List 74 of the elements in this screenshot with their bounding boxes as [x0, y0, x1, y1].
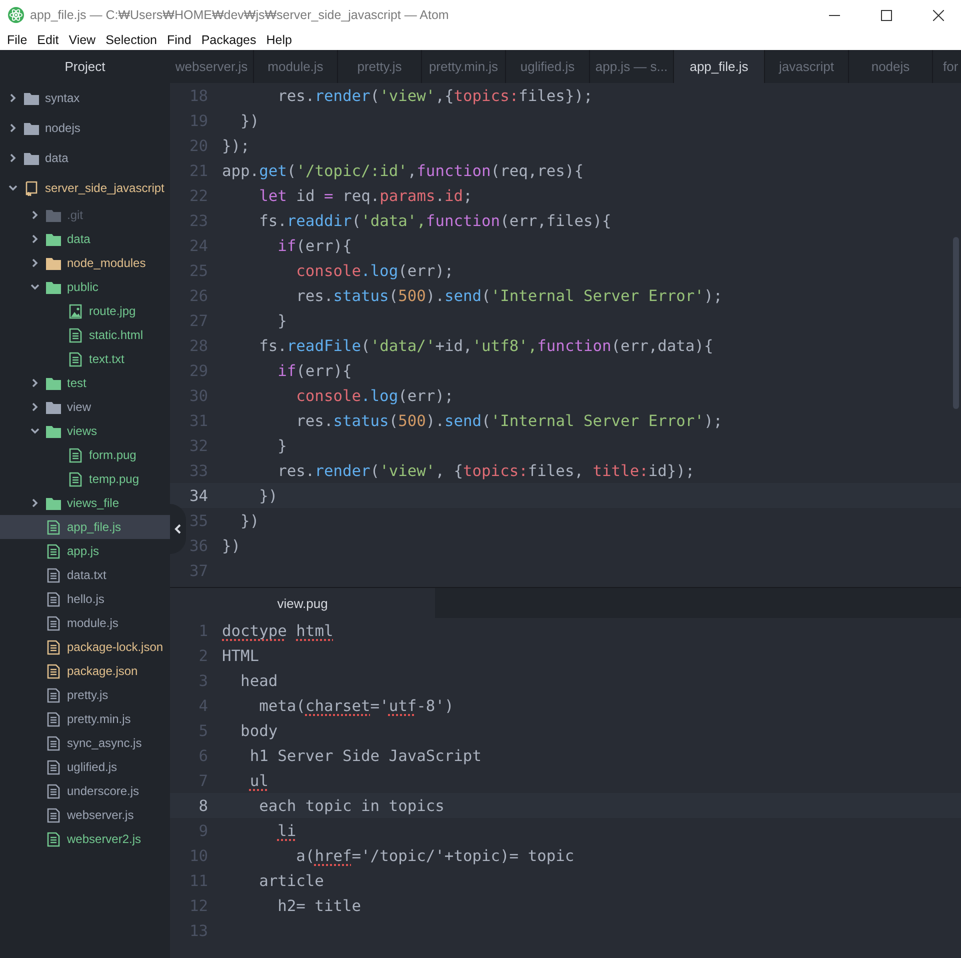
code-line: h1 Server Side JavaScript	[248, 746, 482, 764]
tree-item[interactable]: hello.js	[0, 587, 170, 611]
tree-item[interactable]: module.js	[0, 611, 170, 635]
tree-item[interactable]: public	[0, 275, 170, 299]
code-line: res.render('view', {topics:files, title:id});	[276, 462, 696, 480]
tree-item[interactable]: text.txt	[0, 347, 170, 371]
window-title: app_file.js — C:₩Users₩HOME₩dev₩js₩server_side_javascript — Atom	[30, 8, 450, 22]
tree-item[interactable]: data.txt	[0, 563, 170, 587]
line-number: 34	[188, 486, 208, 504]
code-line: app.get('/topic/:id',function(req,res){	[222, 162, 584, 180]
code-line: fs.readdir('data',function(err,files){	[258, 212, 612, 230]
tree-item[interactable]: route.jpg	[0, 299, 170, 323]
tree-item[interactable]: data	[0, 143, 170, 173]
code-line: body	[240, 722, 279, 740]
tree-item[interactable]: sync_async.js	[0, 731, 170, 755]
tree-item[interactable]: server_side_javascript	[0, 173, 170, 203]
code-line: console.log(err);	[295, 386, 455, 404]
tree-item[interactable]: views	[0, 419, 170, 443]
code-line: res.status(500).send('Internal Server Error');	[295, 286, 724, 304]
code-line: }	[276, 436, 288, 454]
tree-item[interactable]: data	[0, 227, 170, 251]
tree-item[interactable]: pretty.js	[0, 683, 170, 707]
code-line: a(href='/topic/'+topic)= topic	[295, 846, 576, 864]
code-line: doctype html	[222, 622, 334, 640]
tree-item[interactable]: underscore.js	[0, 779, 170, 803]
code-line: });	[222, 136, 251, 154]
tree-item[interactable]: test	[0, 371, 170, 395]
menu-item[interactable]: Packages	[196, 33, 262, 47]
menu-item[interactable]: View	[64, 33, 101, 47]
tree-item[interactable]: uglified.js	[0, 755, 170, 779]
menu-item[interactable]: Selection	[100, 33, 162, 47]
menu-item[interactable]: Find	[162, 33, 196, 47]
code-line: })	[258, 486, 279, 504]
code-line: each topic in topics	[258, 796, 446, 814]
tree-item[interactable]: package-lock.json	[0, 635, 170, 659]
code-line: })	[240, 112, 260, 130]
menu-item[interactable]: File	[2, 33, 32, 47]
editor-tab[interactable]: app_file.js	[674, 50, 765, 83]
tree-item[interactable]: form.pug	[0, 443, 170, 467]
code-line: let id = req.params.id;	[258, 186, 474, 204]
code-line: li	[276, 822, 298, 840]
code-line: }	[276, 312, 288, 330]
code-line: })	[240, 512, 260, 530]
menu-item[interactable]: Edit	[32, 33, 64, 47]
tree-item[interactable]: pretty.min.js	[0, 707, 170, 731]
tree-item[interactable]: views_file	[0, 491, 170, 515]
code-line: h2= title	[276, 896, 362, 914]
tree-item[interactable]: nodejs	[0, 113, 170, 143]
code-line: res.render('view',{topics:files});	[276, 86, 594, 104]
code-line: head	[240, 672, 279, 690]
tree-item[interactable]: webserver2.js	[0, 827, 170, 851]
line-number: 8	[198, 796, 208, 814]
code-line: ul	[248, 772, 270, 790]
code-line: article	[258, 872, 325, 890]
code-line: res.status(500).send('Internal Server Error');	[295, 412, 724, 430]
code-line: meta(charset='utf-8')	[258, 696, 455, 714]
code-line: })	[222, 536, 242, 554]
tree-item[interactable]: node_modules	[0, 251, 170, 275]
sidebar-title: Project	[64, 58, 106, 76]
tree-item[interactable]: package.json	[0, 659, 170, 683]
tree-item[interactable]: app.js	[0, 539, 170, 563]
tree-item[interactable]: temp.pug	[0, 467, 170, 491]
menu-item[interactable]: Help	[261, 33, 297, 47]
editor-tab[interactable]: view.pug	[170, 588, 435, 618]
tree-item[interactable]: app_file.js	[0, 515, 170, 539]
tree-item[interactable]: syntax	[0, 83, 170, 113]
tree-item[interactable]: webserver.js	[0, 803, 170, 827]
tree-item[interactable]: view	[0, 395, 170, 419]
code-line: if(err){	[276, 362, 353, 380]
tree-item[interactable]: static.html	[0, 323, 170, 347]
code-line: if(err){	[276, 236, 353, 254]
code-line: HTML	[222, 646, 260, 664]
code-line: fs.readFile('data/'+id,'utf8',function(err,data){	[258, 336, 714, 354]
code-line: console.log(err);	[295, 262, 455, 280]
